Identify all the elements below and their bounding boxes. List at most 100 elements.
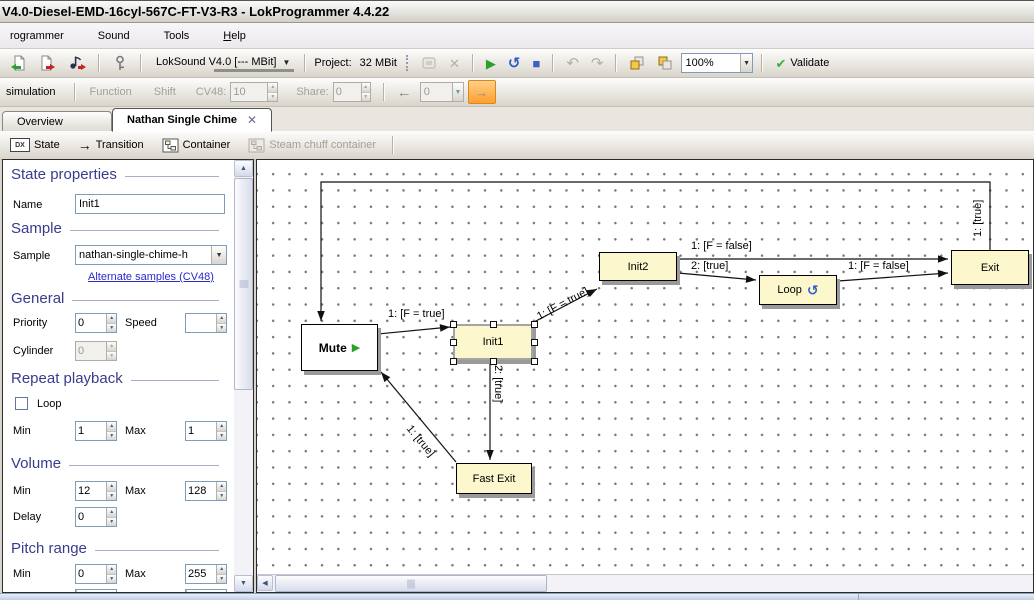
volume-min-spinner[interactable]: ▲▼ [75,481,117,501]
add-container-button[interactable]: Container [158,136,235,155]
selection-handle[interactable] [490,321,497,328]
repeat-max-input[interactable] [186,422,216,440]
volume-max-input[interactable] [186,482,216,500]
chevron-down-icon[interactable]: ▼ [740,54,753,72]
selection-handle[interactable] [450,321,457,328]
tab-overview[interactable]: Overview [2,111,112,131]
scrollbar-thumb[interactable] [275,575,547,592]
speed-input[interactable] [186,314,216,332]
add-transition-button[interactable]: → Transition [74,137,148,153]
section-header-volume: Volume [11,455,227,472]
tab-nathan-single-chime[interactable]: Nathan Single Chime ✕ [112,108,272,132]
diagram-node-exit[interactable]: Exit [951,250,1029,285]
validate-button[interactable]: ✔ Validate [771,55,833,72]
edge-label-init1-to-fastexit: 2: [true] [492,365,504,402]
play-icon: ▶ [352,341,360,354]
menu-item-rogrammer[interactable]: rogrammer [0,27,74,45]
repeat-max-spinner[interactable]: ▲▼ [185,421,227,441]
menu-item-tools[interactable]: Tools [154,27,200,45]
scroll-left-icon[interactable]: ◀ [257,575,273,591]
repeat-min-spinner[interactable]: ▲▼ [75,421,117,441]
selection-handle[interactable] [531,321,538,328]
priority-spinner[interactable]: ▲▼ [75,313,117,333]
pitch-min-input[interactable] [76,565,106,583]
diagram-node-fastexit[interactable]: Fast Exit [456,463,532,494]
name-input[interactable] [75,194,225,214]
delay-spinner[interactable]: ▲▼ [75,507,117,527]
diagram-node-init2[interactable]: Init2 [599,252,677,281]
close-icon[interactable]: ✕ [247,113,257,127]
play-button[interactable]: ▶ [482,55,500,72]
bring-forward-button[interactable] [625,53,649,73]
loop-play-button[interactable]: ↺ [504,55,525,72]
zoom-combo[interactable]: ▼ [681,53,753,73]
spinner-buttons[interactable]: ▲▼ [106,508,116,526]
spinner-buttons[interactable]: ▲▼ [216,314,226,332]
priority-input[interactable] [76,314,106,332]
canvas-horizontal-scrollbar[interactable]: ◀ [257,574,1033,592]
edge-label-init1-to-init2: 1: [F = true] [535,285,591,322]
scroll-up-icon[interactable]: ▲ [234,160,253,177]
volume-min-input[interactable] [76,482,106,500]
spinner-buttons[interactable]: ▲▼ [106,482,116,500]
export-file-button[interactable] [35,53,60,73]
delay-input[interactable] [76,508,106,526]
selection-handle[interactable] [490,358,497,365]
selection-handle[interactable] [450,339,457,346]
spinner-buttons[interactable]: ▲▼ [106,565,116,583]
share-value-input [334,83,361,101]
edge-label-fastexit-to-mute: 1: [true] [404,423,437,459]
tab-label: Overview [17,116,63,128]
alternate-samples-link[interactable]: Alternate samples (CV48) [75,271,227,283]
diagram-canvas[interactable]: 1: [F = true]1: [F = true]1: [F = false]… [256,159,1034,593]
loop-checkbox[interactable] [15,397,28,410]
name-label: Name [13,199,42,213]
programmer-key-icon [112,55,128,72]
selection-handle[interactable] [531,358,538,365]
nav-right-arrow-button[interactable]: → [468,80,496,104]
cartridge-icon [421,55,437,71]
selection-handle[interactable] [450,358,457,365]
open-file-button[interactable] [6,53,31,73]
repeat-min-input[interactable] [76,422,106,440]
send-backward-button[interactable] [653,53,677,73]
nav-left-arrow-icon[interactable]: ← [393,84,416,101]
pitch-max-input[interactable] [186,565,216,583]
redo-icon: ↷ [587,55,608,72]
node-label: Init2 [628,261,649,273]
export-sound-button[interactable] [64,53,90,73]
stop-button[interactable]: ■ [528,55,544,72]
volume-max-spinner[interactable]: ▲▼ [185,481,227,501]
sample-combo[interactable]: ▼ [75,245,227,265]
chevron-down-icon[interactable]: ▼ [211,246,226,264]
state-diagram[interactable]: 1: [F = true]1: [F = true]1: [F = false]… [257,160,1033,575]
diagram-node-init1[interactable]: Init1 [453,324,533,360]
spin-up-icon: ▲ [217,314,226,324]
state-box-icon: DX [10,138,30,152]
menu-item-help[interactable]: Help [213,27,256,45]
add-state-button[interactable]: DX State [6,136,64,154]
node-label: Loop [777,284,801,296]
panel-scrollbar[interactable]: ▲ ▼ [234,160,253,592]
spin-down-icon: ▼ [217,492,226,501]
scrollbar-thumb[interactable] [234,178,253,390]
menu-item-sound[interactable]: Sound [88,27,140,45]
spinner-buttons[interactable]: ▲▼ [216,482,226,500]
selection-handle[interactable] [531,339,538,346]
diagram-node-loop[interactable]: Loop↺ [759,275,837,305]
sample-value-input[interactable] [76,246,211,264]
diagram-node-mute[interactable]: Mute▶ [301,324,378,371]
pitch-min-spinner[interactable]: ▲▼ [75,564,117,584]
zoom-value-input[interactable] [682,54,739,72]
spinner-buttons[interactable]: ▲▼ [216,422,226,440]
edge-label-init2-to-loop: 2: [true] [691,260,728,272]
scroll-down-icon[interactable]: ▼ [234,575,253,592]
pitch-max-spinner[interactable]: ▲▼ [185,564,227,584]
spinner-buttons[interactable]: ▲▼ [106,314,116,332]
device-select-button[interactable]: LokSound V4.0 [--- MBit] ▼ [150,53,296,73]
spinner-buttons[interactable]: ▲▼ [106,422,116,440]
spinner-buttons: ▲▼ [267,83,277,101]
spinner-buttons[interactable]: ▲▼ [216,565,226,583]
speed-spinner[interactable]: ▲▼ [185,313,227,333]
connect-programmer-button[interactable] [108,53,132,74]
